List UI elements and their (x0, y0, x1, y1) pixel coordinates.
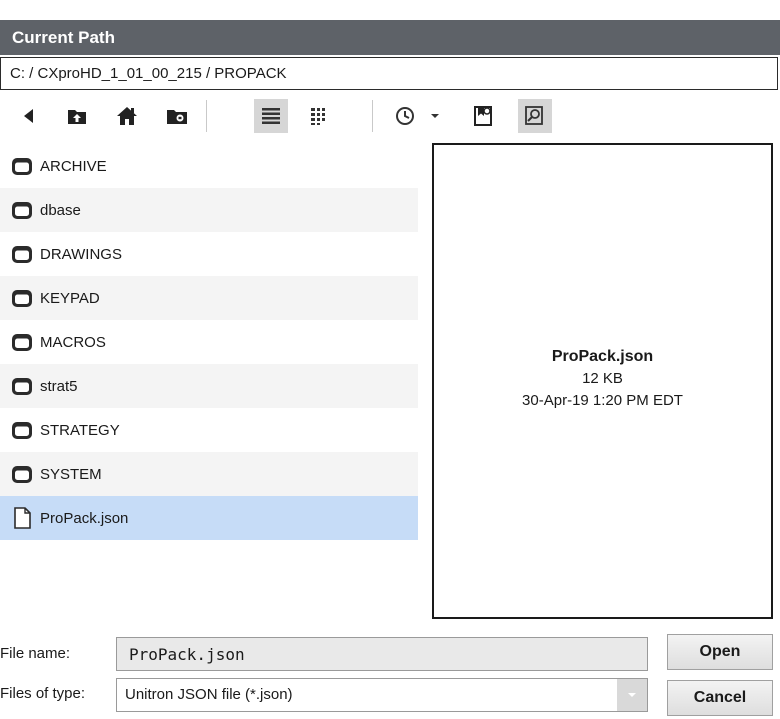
back-button[interactable] (12, 99, 46, 133)
bookmark-button[interactable] (466, 99, 500, 133)
dropdown-caret-icon (431, 114, 439, 118)
folder-icon (12, 378, 32, 395)
preview-file-size: 12 KB (582, 370, 623, 387)
cancel-button[interactable]: Cancel (667, 680, 773, 716)
item-label: DRAWINGS (40, 245, 122, 263)
folder-item[interactable]: strat5 (0, 364, 418, 408)
folder-item[interactable]: dbase (0, 188, 418, 232)
list-view-button[interactable] (254, 99, 288, 133)
open-button[interactable]: Open (667, 634, 773, 670)
folder-icon (12, 422, 32, 439)
chevron-down-icon (628, 693, 636, 697)
file-list: ARCHIVE dbase DRAWINGS KEYPAD MACROS strat5 ST… (0, 144, 418, 596)
file-type-dropdown-button[interactable] (617, 679, 647, 711)
item-label: MACROS (40, 333, 106, 351)
folder-up-button[interactable] (60, 99, 94, 133)
folder-item[interactable]: STRATEGY (0, 408, 418, 452)
preview-file-name: ProPack.json (551, 348, 654, 365)
folder-item[interactable]: MACROS (0, 320, 418, 364)
folder-item[interactable]: ARCHIVE (0, 144, 418, 188)
details-view-button[interactable] (302, 99, 336, 133)
toolbar-separator (206, 100, 207, 132)
preview-file-date: 30-Apr-19 1:20 PM EDT (522, 392, 683, 409)
current-path-title: Current Path (12, 28, 115, 47)
item-label: STRATEGY (40, 421, 120, 439)
item-label: strat5 (40, 377, 78, 395)
file-preview-pane: ProPack.json 12 KB 30-Apr-19 1:20 PM EDT (432, 143, 773, 619)
folder-item[interactable]: KEYPAD (0, 276, 418, 320)
file-type-label: Files of type: (0, 685, 86, 702)
history-dropdown[interactable] (424, 99, 446, 133)
folder-icon (12, 334, 32, 351)
folder-icon (12, 466, 32, 483)
folder-icon (12, 158, 32, 175)
toolbar (0, 94, 780, 142)
item-label: SYSTEM (40, 465, 102, 483)
list-view-icon (262, 108, 280, 124)
folder-item[interactable]: SYSTEM (0, 452, 418, 496)
item-label: ARCHIVE (40, 157, 107, 175)
history-icon (396, 107, 414, 125)
item-label: dbase (40, 201, 81, 219)
folder-item[interactable]: DRAWINGS (0, 232, 418, 276)
history-button[interactable] (388, 99, 422, 133)
current-path-header: Current Path (0, 20, 780, 55)
file-name-label: File name: (0, 645, 71, 662)
folder-icon (12, 202, 32, 219)
file-name-input[interactable] (116, 637, 648, 671)
back-arrow-icon (24, 109, 33, 123)
file-type-value: Unitron JSON file (*.json) (125, 686, 293, 703)
preview-button[interactable] (518, 99, 552, 133)
folder-up-icon (68, 110, 86, 124)
folder-icon (12, 290, 32, 307)
path-field[interactable]: C: / CXproHD_1_01_00_215 / PROPACK (0, 57, 778, 90)
toolbar-separator (372, 100, 373, 132)
new-folder-button[interactable] (160, 99, 194, 133)
file-icon (14, 507, 31, 529)
item-label: KEYPAD (40, 289, 100, 307)
item-label: ProPack.json (40, 509, 129, 527)
file-type-select[interactable]: Unitron JSON file (*.json) (116, 678, 648, 712)
new-folder-icon (167, 110, 187, 124)
home-button[interactable] (110, 99, 144, 133)
file-item[interactable]: ProPack.json (0, 496, 418, 540)
details-view-icon (311, 108, 325, 125)
folder-icon (12, 246, 32, 263)
home-icon (117, 107, 137, 125)
preview-icon (525, 106, 543, 125)
bookmark-icon (474, 106, 492, 126)
